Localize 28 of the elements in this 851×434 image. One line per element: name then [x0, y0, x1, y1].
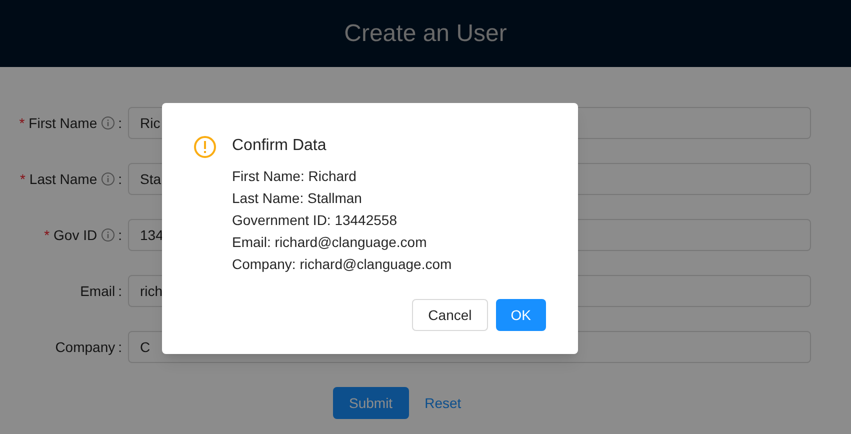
confirm-detail-line: Company: richard@clanguage.com	[232, 255, 452, 274]
confirm-detail-line: Government ID: 13442558	[232, 211, 398, 230]
field-label: Company	[55, 338, 116, 357]
field-label: First Name	[28, 114, 98, 132]
label-colon: :	[118, 338, 122, 356]
confirm-detail-line: First Name: Richard	[232, 167, 358, 186]
submit-button[interactable]: Submit	[333, 387, 409, 419]
ok-button[interactable]: OK	[496, 299, 546, 331]
info-icon	[101, 172, 116, 186]
info-icon	[101, 228, 116, 242]
warning-icon	[194, 136, 216, 158]
reset-link[interactable]: Reset	[424, 392, 462, 414]
dialog-title: Confirm Data	[232, 136, 328, 156]
confirm-detail-line: Last Name: Stallman	[232, 189, 363, 208]
label-colon: :	[118, 226, 122, 244]
field-label: Last Name	[29, 170, 98, 188]
field-label: Gov ID	[54, 226, 98, 244]
field-label: Email	[80, 282, 116, 300]
required-mark: *	[44, 226, 50, 244]
required-mark: *	[20, 170, 26, 188]
label-colon: :	[118, 170, 122, 188]
label-colon: :	[118, 114, 122, 132]
label-colon: :	[118, 282, 122, 300]
cancel-button[interactable]: Cancel	[412, 299, 488, 331]
confirm-detail-line: Email: richard@clanguage.com	[232, 233, 428, 252]
page-title: Create an User	[344, 18, 507, 48]
info-icon	[101, 116, 116, 130]
required-mark: *	[19, 114, 25, 132]
